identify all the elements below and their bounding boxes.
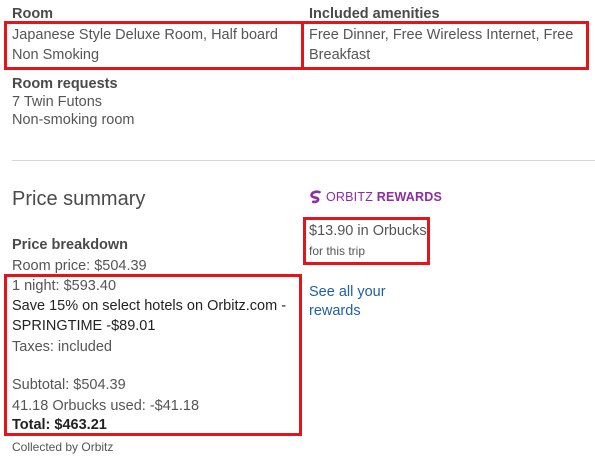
section-divider — [12, 160, 595, 161]
price-summary-title: Price summary — [12, 188, 146, 210]
see-all-rewards-link-line2[interactable]: rewards — [309, 301, 361, 321]
orbucks-highlight-box — [303, 217, 430, 265]
amenities-highlight-box — [301, 21, 589, 70]
room-price: Room price: $504.39 — [12, 258, 147, 274]
see-all-rewards-link[interactable]: See all your — [309, 282, 386, 302]
collected-by: Collected by Orbitz — [12, 440, 114, 454]
room-heading: Room — [12, 6, 54, 22]
room-requests-heading: Room requests — [12, 76, 118, 92]
amenities-heading: Included amenities — [309, 6, 440, 22]
brand-orbitz-text: ORBITZ — [326, 190, 374, 204]
room-highlight-box — [4, 21, 304, 70]
price-breakdown-heading: Price breakdown — [12, 237, 129, 253]
room-request-item: 7 Twin Futons — [12, 94, 103, 110]
brand-rewards-text: REWARDS — [376, 190, 443, 204]
room-request-item: Non-smoking room — [12, 112, 135, 128]
orbitz-rewards-brand: ORBITZ REWARDS — [309, 190, 442, 204]
price-breakdown-highlight-box — [4, 274, 302, 436]
orbitz-logo-icon — [309, 190, 323, 204]
